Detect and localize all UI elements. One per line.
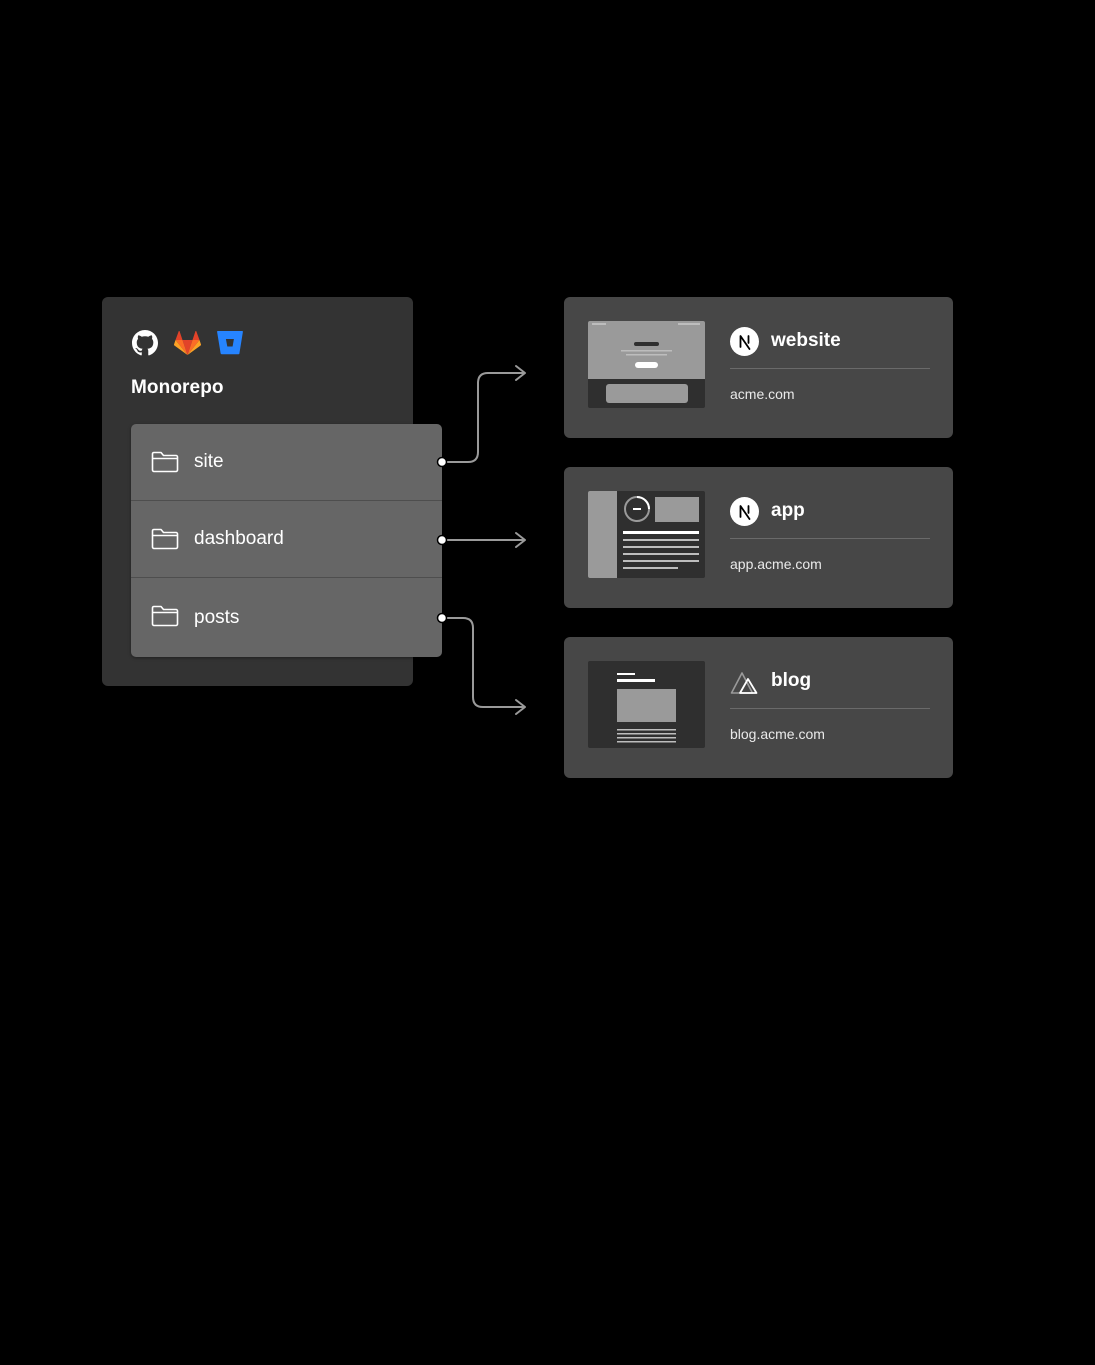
connector-site-to-website: [441, 372, 525, 463]
gitlab-icon[interactable]: [174, 330, 201, 356]
folder-label: posts: [194, 606, 240, 628]
project-name: app: [771, 500, 805, 521]
github-icon[interactable]: [132, 330, 158, 356]
folder-icon: [151, 605, 179, 632]
project-domain-link[interactable]: acme.com: [730, 386, 795, 402]
folder-label: site: [194, 451, 224, 472]
project-card-website[interactable]: website acme.com: [564, 297, 953, 438]
arrow-head-icon: [515, 532, 526, 548]
nextjs-icon: [730, 497, 759, 531]
app-preview-thumbnail: [588, 491, 705, 578]
project-domain-link[interactable]: app.acme.com: [730, 556, 822, 572]
folder-icon: [151, 528, 179, 555]
project-name-row: website: [730, 327, 930, 369]
project-name-row: blog: [730, 667, 930, 709]
folder-row-posts[interactable]: posts: [131, 578, 442, 657]
nuxt-icon: [730, 667, 760, 701]
folder-list: site dashboard posts: [131, 424, 442, 657]
website-preview-thumbnail: [588, 321, 705, 408]
blog-preview-thumbnail: [588, 661, 705, 748]
arrow-head-icon: [515, 365, 526, 381]
folder-row-site[interactable]: site: [131, 424, 442, 501]
project-card-blog[interactable]: blog blog.acme.com: [564, 637, 953, 778]
connector-posts-to-blog: [441, 617, 525, 708]
repo-title: Monorepo: [131, 377, 224, 398]
arrow-head-icon: [515, 699, 526, 715]
project-name-row: app: [730, 497, 930, 539]
project-domain-link[interactable]: blog.acme.com: [730, 726, 825, 742]
project-name: blog: [771, 670, 812, 691]
folder-row-dashboard[interactable]: dashboard: [131, 501, 442, 578]
bitbucket-icon[interactable]: [217, 331, 243, 355]
provider-icons: [132, 330, 243, 356]
nextjs-icon: [730, 327, 759, 361]
project-name: website: [771, 330, 841, 351]
folder-icon: [151, 451, 179, 478]
folder-label: dashboard: [194, 528, 284, 549]
project-card-app[interactable]: app app.acme.com: [564, 467, 953, 608]
